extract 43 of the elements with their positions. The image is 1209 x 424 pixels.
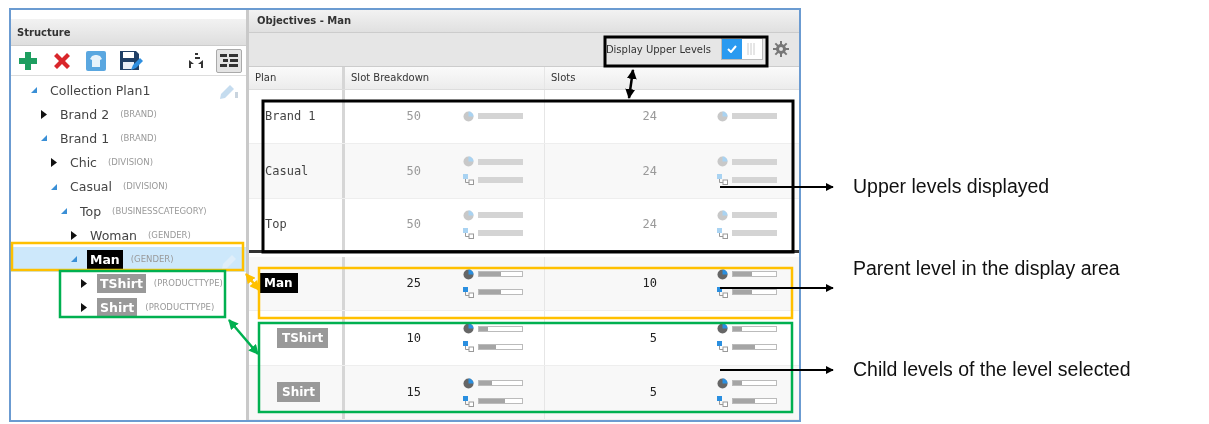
callout-text: Upper levels displayed: [853, 177, 1050, 197]
plan-label: Man: [259, 273, 298, 294]
node-label: Brand 2: [59, 105, 111, 124]
cell-value: 50: [405, 108, 421, 126]
plan-label: Top: [265, 216, 287, 233]
cell-value: 25: [405, 275, 421, 293]
node-type: (GENDER): [130, 253, 174, 266]
cell-value: 5: [648, 384, 657, 402]
node-label: Chic: [69, 154, 98, 173]
callout-text: Child levels of the level selected: [853, 360, 1131, 380]
cell-value: 24: [641, 108, 657, 126]
node-label: Collection Plan1: [49, 81, 152, 100]
plan-label: Casual: [265, 162, 309, 180]
node-type: (BUSINESSCATEGORY): [112, 204, 207, 218]
cell-value: 24: [641, 216, 657, 233]
node-label: Man: [87, 249, 123, 269]
cell-value: 50: [405, 216, 421, 233]
node-type: (PRODUCTTYPE): [153, 277, 223, 290]
plan-label: Shirt: [277, 382, 320, 403]
cell-value: 10: [405, 329, 421, 347]
callout-text: Parent level in the display area: [853, 259, 1120, 279]
panel-title: Structure: [11, 19, 246, 46]
node-type: (DIVISION): [108, 156, 153, 170]
node-label: Casual: [69, 178, 113, 197]
toggle-label: Display Upper Levels: [605, 42, 711, 57]
node-type: (BRAND): [120, 132, 157, 145]
node-label: Brand 1: [59, 129, 111, 148]
node-label: Top: [79, 202, 103, 221]
cell-value: 24: [641, 162, 657, 180]
panel-title: Objectives - Man: [249, 10, 799, 33]
node-type: (PRODUCTTYPE): [145, 301, 215, 315]
plan-label: Brand 1: [265, 108, 316, 126]
cell-value: 5: [648, 329, 657, 347]
node-label: Woman: [89, 226, 139, 245]
cell-value: 50: [405, 162, 421, 180]
node-label: Shirt: [97, 298, 138, 318]
cell-value: 15: [405, 384, 421, 402]
plan-label: TShirt: [277, 327, 329, 348]
node-type: (DIVISION): [122, 180, 168, 194]
cell-value: 10: [641, 275, 657, 293]
node-type: (GENDER): [148, 228, 191, 242]
node-type: (BRAND): [120, 107, 157, 121]
node-label: TShirt: [97, 274, 146, 294]
